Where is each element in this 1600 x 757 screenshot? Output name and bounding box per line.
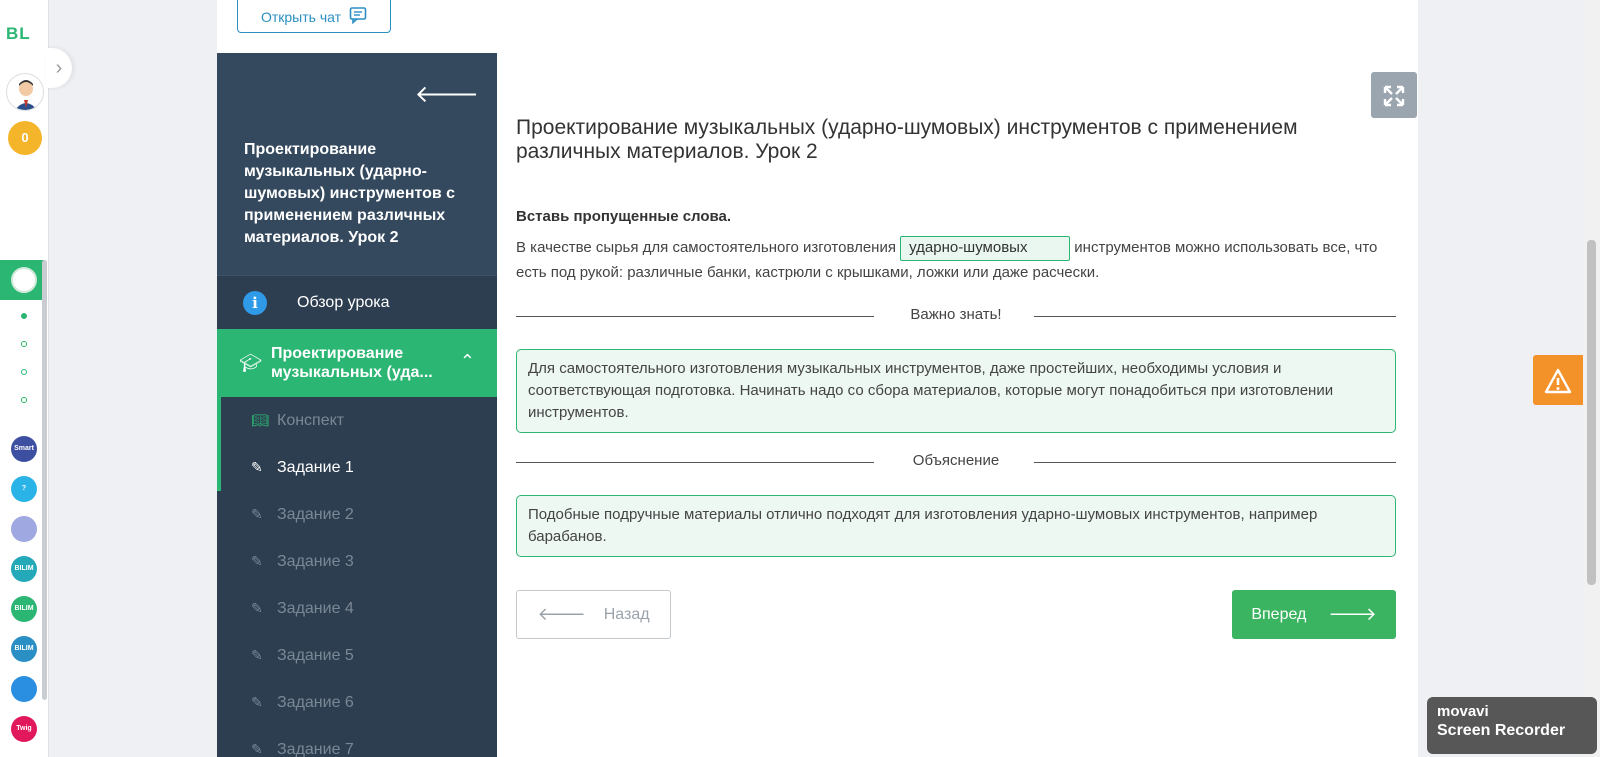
back-button[interactable]: 🡐 Назад — [516, 590, 671, 639]
sidebar-item-label: Задание 1 — [277, 458, 354, 476]
avatar[interactable] — [6, 73, 44, 111]
sidebar-task-list: 📖︎ Конспект ✎ Задание 1 ✎ Задание 2 ✎ Задание 3… — [217, 397, 497, 757]
sidebar-item-label: Конспект — [277, 411, 345, 429]
chevron-up-icon[interactable]: ⌃ — [460, 351, 475, 372]
arrow-right-icon: 🡒 — [1328, 604, 1377, 624]
rail-expand-button[interactable]: › — [46, 48, 72, 88]
rail-app-icon[interactable]: BILIM Center — [11, 556, 37, 598]
task-content: Проектирование музыкальных (ударно-шумов… — [516, 116, 1396, 557]
graduation-cap-icon: 🎓︎ — [239, 352, 262, 373]
sidebar-item-label: Задание 2 — [277, 505, 354, 523]
edit-icon: ✎ — [251, 553, 263, 569]
lesson-sidebar: 🡐 Проектирование музыкальных (ударно-шум… — [217, 53, 497, 757]
sidebar-item-label: Задание 4 — [277, 599, 354, 617]
sidebar-item-task[interactable]: ✎ Задание 5 — [217, 632, 497, 679]
edit-icon: ✎ — [251, 459, 263, 475]
section-label: Проектирование музыкальных (уда... — [271, 345, 433, 381]
rail-dot[interactable] — [21, 369, 27, 375]
page-title: Проектирование музыкальных (ударно-шумов… — [516, 116, 1298, 163]
page-scrollbar[interactable] — [1583, 0, 1600, 757]
task-instruction: Вставь пропущенные слова. — [516, 208, 732, 225]
edit-icon: ✎ — [251, 506, 263, 522]
sidebar-item-label: Задание 7 — [277, 740, 354, 757]
rail-scrollbar[interactable] — [42, 260, 47, 700]
sidebar-item-task[interactable]: ✎ Задание 2 — [217, 491, 497, 538]
explanation-box: Подобные подручные материалы отлично под… — [516, 495, 1396, 557]
task-text-before: В качестве сырья для самостоятельного из… — [516, 239, 901, 256]
rail-app-icon[interactable]: ? — [11, 476, 37, 502]
rail-active-app[interactable] — [0, 260, 44, 300]
sidebar-item-task[interactable]: ✎ Задание 7 — [217, 726, 497, 757]
next-button[interactable]: Вперед 🡒 — [1232, 590, 1396, 639]
explanation-heading: Объяснение — [912, 452, 1000, 469]
sidebar-item-task[interactable]: ✎ Задание 4 — [217, 585, 497, 632]
sidebar-item-label: Задание 5 — [277, 646, 354, 664]
rail-app-icon[interactable] — [11, 676, 37, 702]
important-box: Для самостоятельного изготовления музыка… — [516, 349, 1396, 433]
edit-icon: ✎ — [251, 647, 263, 663]
arrow-left-icon[interactable]: 🡐 — [415, 79, 479, 109]
important-heading: Важно знать! — [910, 306, 1002, 323]
next-label: Вперед — [1251, 605, 1307, 623]
rail-app-icon[interactable]: Twig — [11, 716, 37, 742]
sidebar-item-task[interactable]: ✎ Задание 6 — [217, 679, 497, 726]
edit-icon: ✎ — [251, 694, 263, 710]
lesson-sidebar-header: 🡐 Проектирование музыкальных (ударно-шум… — [217, 53, 497, 275]
rail-dot[interactable] — [21, 313, 27, 319]
rail-dot[interactable] — [21, 397, 27, 403]
overview-label: Обзор урока — [297, 293, 390, 311]
answer-blank[interactable]: ударно-шумовых — [900, 236, 1071, 261]
bl-logo[interactable]: BL — [6, 24, 31, 44]
watermark-brand: movavi — [1437, 703, 1489, 720]
info-icon: i — [243, 290, 267, 315]
edit-icon: ✎ — [251, 741, 263, 757]
sidebar-item-task[interactable]: ✎ Задание 1 — [217, 444, 497, 491]
score-badge: 0 — [8, 121, 42, 155]
sidebar-item-overview[interactable]: i Обзор урока — [217, 275, 497, 329]
rail-app-icon[interactable]: Smart Nation — [11, 436, 37, 478]
lesson-title: Проектирование музыкальных (ударно-шумов… — [244, 141, 456, 246]
sidebar-section-current[interactable]: 🎓︎ Проектирование музыкальных (уда... ⌃ — [217, 329, 497, 397]
arrow-left-icon: 🡐 — [537, 604, 586, 624]
sidebar-item-task[interactable]: 📖︎ Конспект — [217, 397, 497, 444]
warning-icon[interactable] — [1533, 355, 1583, 405]
rail-dot[interactable] — [21, 341, 27, 347]
rail-app-icon[interactable]: BILIM Book — [11, 636, 37, 678]
chat-icon — [349, 6, 367, 27]
sidebar-item-task[interactable]: ✎ Задание 3 — [217, 538, 497, 585]
edit-icon: ✎ — [251, 600, 263, 616]
open-chat-button[interactable]: Открыть чат — [237, 0, 391, 33]
back-label: Назад — [603, 605, 650, 623]
task-text: В качестве сырья для самостоятельного из… — [516, 236, 1396, 284]
explanation-divider: Объяснение — [516, 452, 1396, 472]
scrollbar-thumb[interactable] — [1587, 240, 1596, 585]
rail-app-icon[interactable]: BILIM Land — [11, 596, 37, 638]
sidebar-item-label: Задание 6 — [277, 693, 354, 711]
book-icon: 📖︎ — [251, 412, 269, 428]
rail-app-icon[interactable] — [11, 516, 37, 542]
fullscreen-icon[interactable] — [1371, 72, 1417, 118]
sidebar-item-label: Задание 3 — [277, 552, 354, 570]
recorder-watermark: movavi Screen Recorder — [1427, 697, 1597, 754]
important-divider: Важно знать! — [516, 306, 1396, 326]
open-chat-label: Открыть чат — [260, 8, 342, 25]
watermark-product: Screen Recorder — [1437, 722, 1566, 739]
app-rail: BL 0 Smart Nation? BILIM Center BILIM Land… — [0, 0, 49, 757]
